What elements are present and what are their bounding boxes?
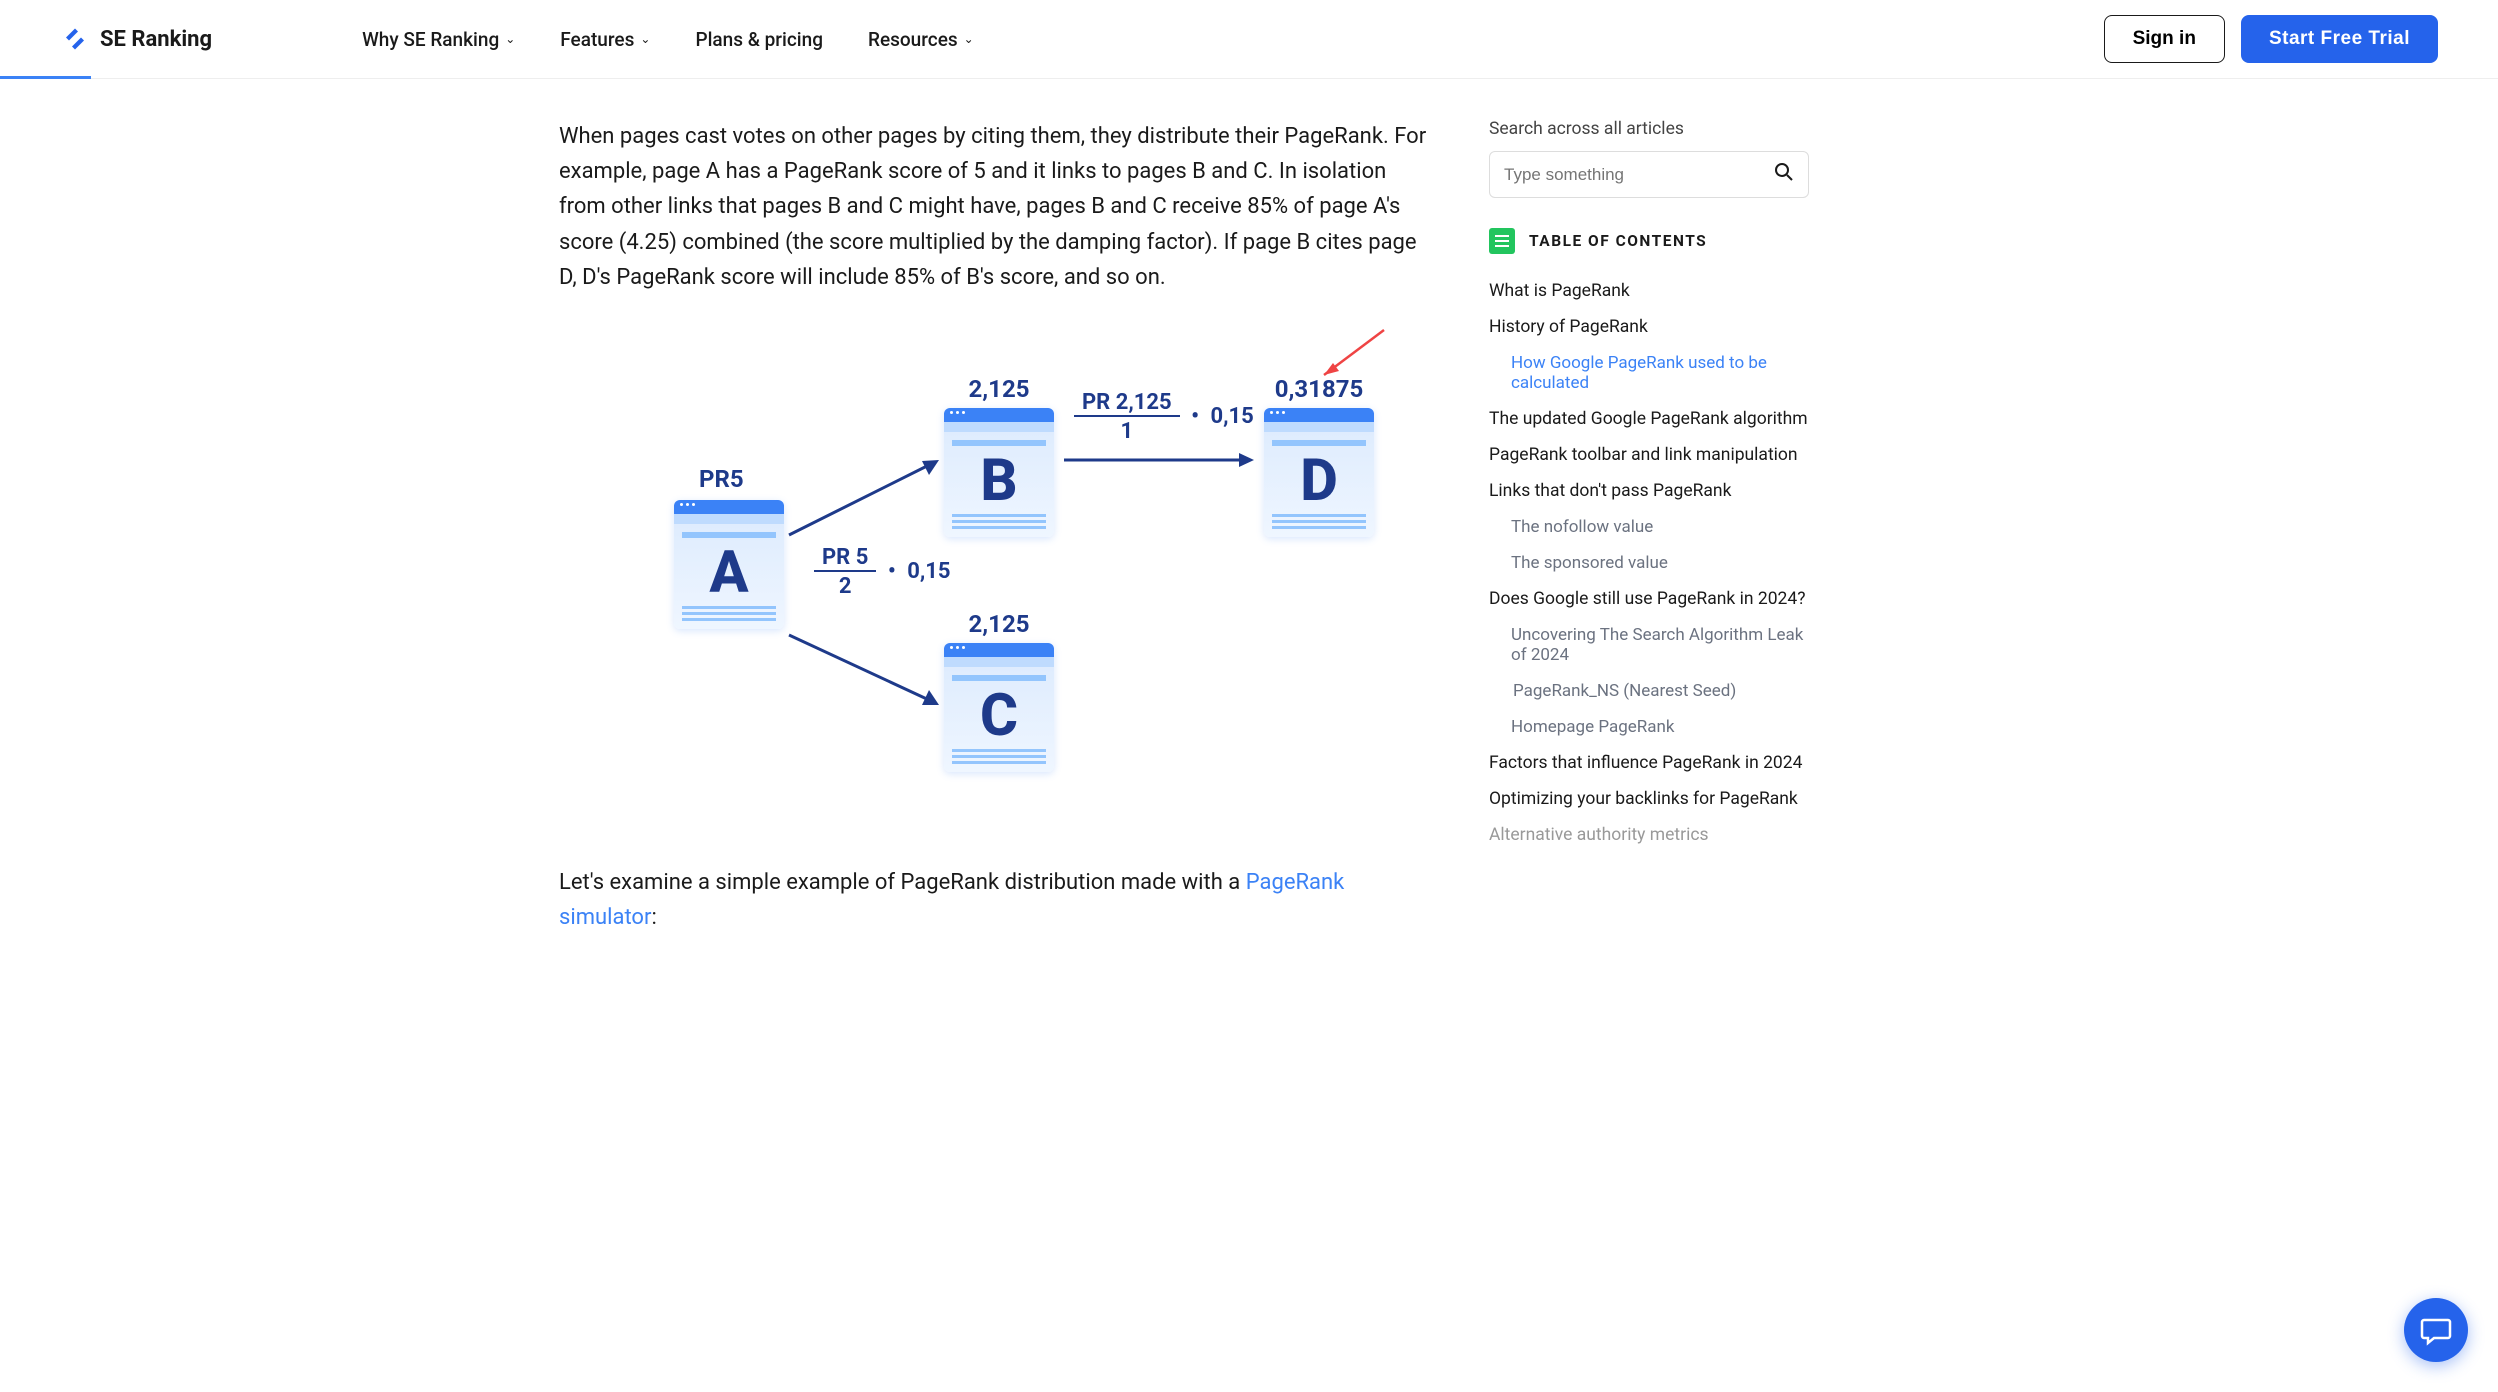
article-paragraph-2: Let's examine a simple example of PageRa…	[559, 865, 1429, 935]
toc-item-what-is[interactable]: What is PageRank	[1489, 276, 1809, 306]
formula-b-to-d: PR 2,1251 • 0,15	[1074, 390, 1254, 444]
toc-title: TABLE OF CONTENTS	[1529, 232, 1707, 250]
toc-item-links-dont-pass[interactable]: Links that don't pass PageRank	[1489, 476, 1809, 506]
diagram-node-a: PR5 A	[674, 500, 784, 629]
arrow-b-to-d	[1059, 450, 1259, 470]
toc-item-homepage-pr[interactable]: Homepage PageRank	[1489, 712, 1809, 742]
main-header: SE Ranking Why SE Ranking⌄ Features⌄ Pla…	[0, 0, 2498, 79]
toc-item-pagerank-ns[interactable]: PageRank_NS (Nearest Seed)	[1489, 676, 1809, 706]
formula-a-to-bc: PR 52 • 0,15	[814, 545, 951, 599]
arrow-a-to-b	[784, 455, 944, 545]
toc-item-how-calculated[interactable]: How Google PageRank used to be calculate…	[1489, 348, 1809, 398]
search-box[interactable]	[1489, 151, 1809, 198]
chat-icon	[2420, 1314, 2452, 1346]
diagram-node-b: 2,125 B	[944, 375, 1054, 537]
diagram-node-d: 0,31875 D	[1264, 375, 1374, 537]
toc-item-nofollow[interactable]: The nofollow value	[1489, 512, 1809, 542]
logo-icon	[60, 24, 90, 54]
toc-item-optimizing-backlinks[interactable]: Optimizing your backlinks for PageRank	[1489, 784, 1809, 814]
toc-item-still-use-2024[interactable]: Does Google still use PageRank in 2024?	[1489, 584, 1809, 614]
toc-item-updated-algorithm[interactable]: The updated Google PageRank algorithm	[1489, 404, 1809, 434]
header-actions: Sign in Start Free Trial	[2104, 15, 2438, 63]
chat-button[interactable]	[2404, 1298, 2468, 1362]
toc-item-alternative-metrics[interactable]: Alternative authority metrics	[1489, 820, 1809, 850]
signin-button[interactable]: Sign in	[2104, 15, 2225, 63]
reading-progress-bar	[0, 76, 91, 79]
brand-logo[interactable]: SE Ranking	[60, 24, 212, 54]
toc-list-icon	[1489, 228, 1515, 254]
diagram-node-c: 2,125 C	[944, 610, 1054, 772]
chevron-down-icon: ⌄	[964, 32, 974, 46]
toc-header: TABLE OF CONTENTS	[1489, 228, 1809, 254]
nav-why[interactable]: Why SE Ranking⌄	[362, 28, 515, 51]
main-nav: Why SE Ranking⌄ Features⌄ Plans & pricin…	[362, 28, 974, 51]
chevron-down-icon: ⌄	[640, 32, 650, 46]
toc-item-factors-2024[interactable]: Factors that influence PageRank in 2024	[1489, 748, 1809, 778]
search-input[interactable]	[1504, 165, 1774, 185]
arrow-a-to-c	[784, 625, 944, 715]
toc-item-sponsored[interactable]: The sponsored value	[1489, 548, 1809, 578]
search-icon[interactable]	[1774, 162, 1794, 187]
nav-plans[interactable]: Plans & pricing	[695, 28, 823, 51]
article-content: When pages cast votes on other pages by …	[559, 119, 1429, 935]
search-label: Search across all articles	[1489, 119, 1809, 139]
article-paragraph: When pages cast votes on other pages by …	[559, 119, 1429, 295]
chevron-down-icon: ⌄	[505, 32, 515, 46]
sidebar: Search across all articles TABLE OF CONT…	[1489, 119, 1809, 935]
toc-item-algorithm-leak[interactable]: Uncovering The Search Algorithm Leak of …	[1489, 620, 1809, 670]
nav-features[interactable]: Features⌄	[560, 28, 650, 51]
toc-item-toolbar[interactable]: PageRank toolbar and link manipulation	[1489, 440, 1809, 470]
nav-resources[interactable]: Resources⌄	[868, 28, 974, 51]
toc-item-history[interactable]: History of PageRank	[1489, 312, 1809, 342]
start-trial-button[interactable]: Start Free Trial	[2241, 15, 2438, 63]
brand-name: SE Ranking	[100, 27, 212, 52]
toc-list: What is PageRank History of PageRank How…	[1489, 276, 1809, 850]
pagerank-diagram: PR5 A 2,125	[559, 325, 1429, 825]
